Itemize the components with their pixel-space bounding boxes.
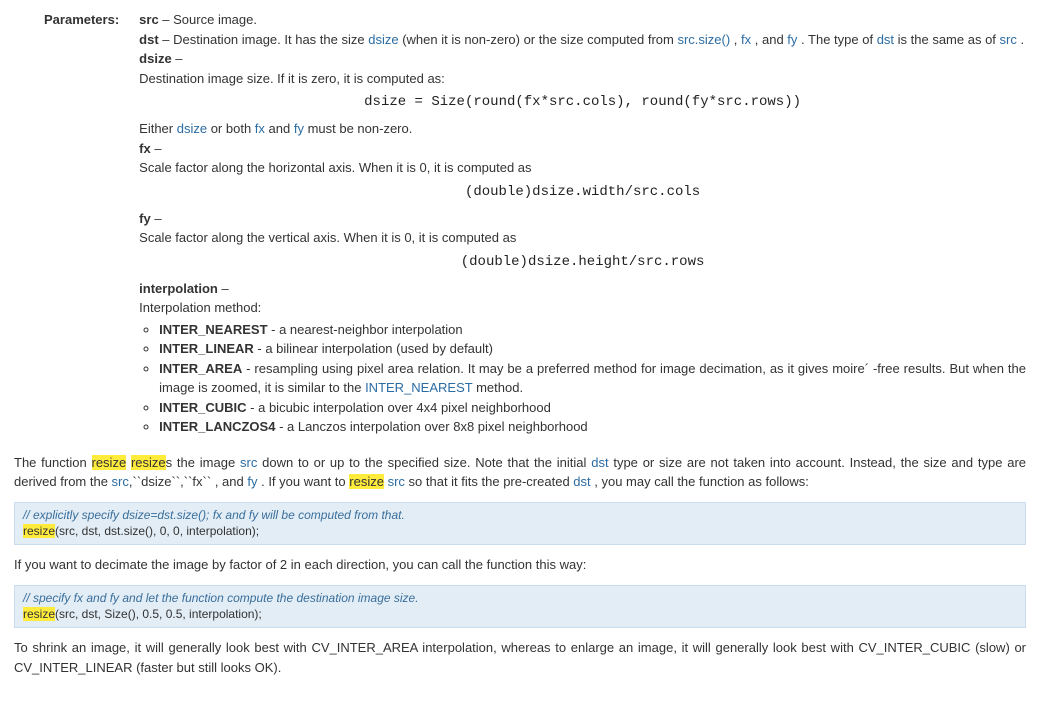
list-item: INTER_LINEAR - a bilinear interpolation … [159, 339, 1026, 359]
tag-fx: fx [741, 32, 751, 47]
param-name: fy [139, 211, 151, 226]
code-example-1: // explicitly specify dsize=dst.size(); … [14, 502, 1026, 546]
formula-fx: (double)dsize.width/src.cols [139, 182, 1026, 203]
highlight-resize: resize [23, 524, 55, 538]
interpolation-list: INTER_NEAREST - a nearest-neighbor inter… [139, 320, 1026, 437]
list-item: INTER_CUBIC - a bicubic interpolation ov… [159, 398, 1026, 418]
highlight-resize: resize [131, 455, 166, 470]
param-dst: dst – Destination image. It has the size… [139, 30, 1026, 50]
param-name: src [139, 12, 159, 27]
code-comment: // explicitly specify dsize=dst.size(); … [23, 507, 1017, 524]
formula-dsize: dsize = Size(round(fx*src.cols), round(f… [139, 92, 1026, 113]
highlight-resize: resize [349, 474, 384, 489]
param-fy: fy – Scale factor along the vertical axi… [139, 209, 1026, 273]
tag-src: src [1000, 32, 1017, 47]
tag-dsize: dsize [368, 32, 398, 47]
param-desc: Scale factor along the vertical axis. Wh… [139, 228, 1026, 248]
code-comment: // specify fx and fy and let the functio… [23, 590, 1017, 607]
param-extra: Either dsize or both fx and fy must be n… [139, 119, 1026, 139]
code-line: resize(src, dst, Size(), 0.5, 0.5, inter… [23, 606, 1017, 623]
param-desc: Interpolation method: [139, 298, 1026, 318]
parameters-block: Parameters: src – Source image. dst – De… [14, 10, 1026, 443]
param-name: interpolation [139, 281, 218, 296]
param-name: dsize [139, 51, 172, 66]
tag-fy: fy [787, 32, 797, 47]
highlight-resize: resize [92, 455, 127, 470]
list-item: INTER_AREA - resampling using pixel area… [159, 359, 1026, 398]
param-desc: Destination image size. If it is zero, i… [139, 69, 1026, 89]
parameters-label: Parameters: [14, 10, 139, 443]
parameters-body: src – Source image. dst – Destination im… [139, 10, 1026, 443]
param-desc: – Source image. [159, 12, 257, 27]
list-item: INTER_LANCZOS4 - a Lanczos interpolation… [159, 417, 1026, 437]
param-desc: Scale factor along the horizontal axis. … [139, 158, 1026, 178]
param-interpolation: interpolation – Interpolation method: IN… [139, 279, 1026, 437]
param-src: src – Source image. [139, 10, 1026, 30]
description-paragraph-2: If you want to decimate the image by fac… [14, 555, 1026, 575]
param-name: fx [139, 141, 151, 156]
highlight-resize: resize [23, 607, 55, 621]
code-example-2: // specify fx and fy and let the functio… [14, 585, 1026, 629]
param-fx: fx – Scale factor along the horizontal a… [139, 139, 1026, 203]
tag-dst: dst [877, 32, 894, 47]
code-line: resize(src, dst, dst.size(), 0, 0, inter… [23, 523, 1017, 540]
param-name: dst [139, 32, 159, 47]
param-dsize: dsize – Destination image size. If it is… [139, 49, 1026, 139]
formula-fy: (double)dsize.height/src.rows [139, 252, 1026, 273]
tag-srcsize: src.size() [677, 32, 730, 47]
description-paragraph-1: The function resize resizes the image sr… [14, 453, 1026, 492]
description-paragraph-3: To shrink an image, it will generally lo… [14, 638, 1026, 677]
list-item: INTER_NEAREST - a nearest-neighbor inter… [159, 320, 1026, 340]
